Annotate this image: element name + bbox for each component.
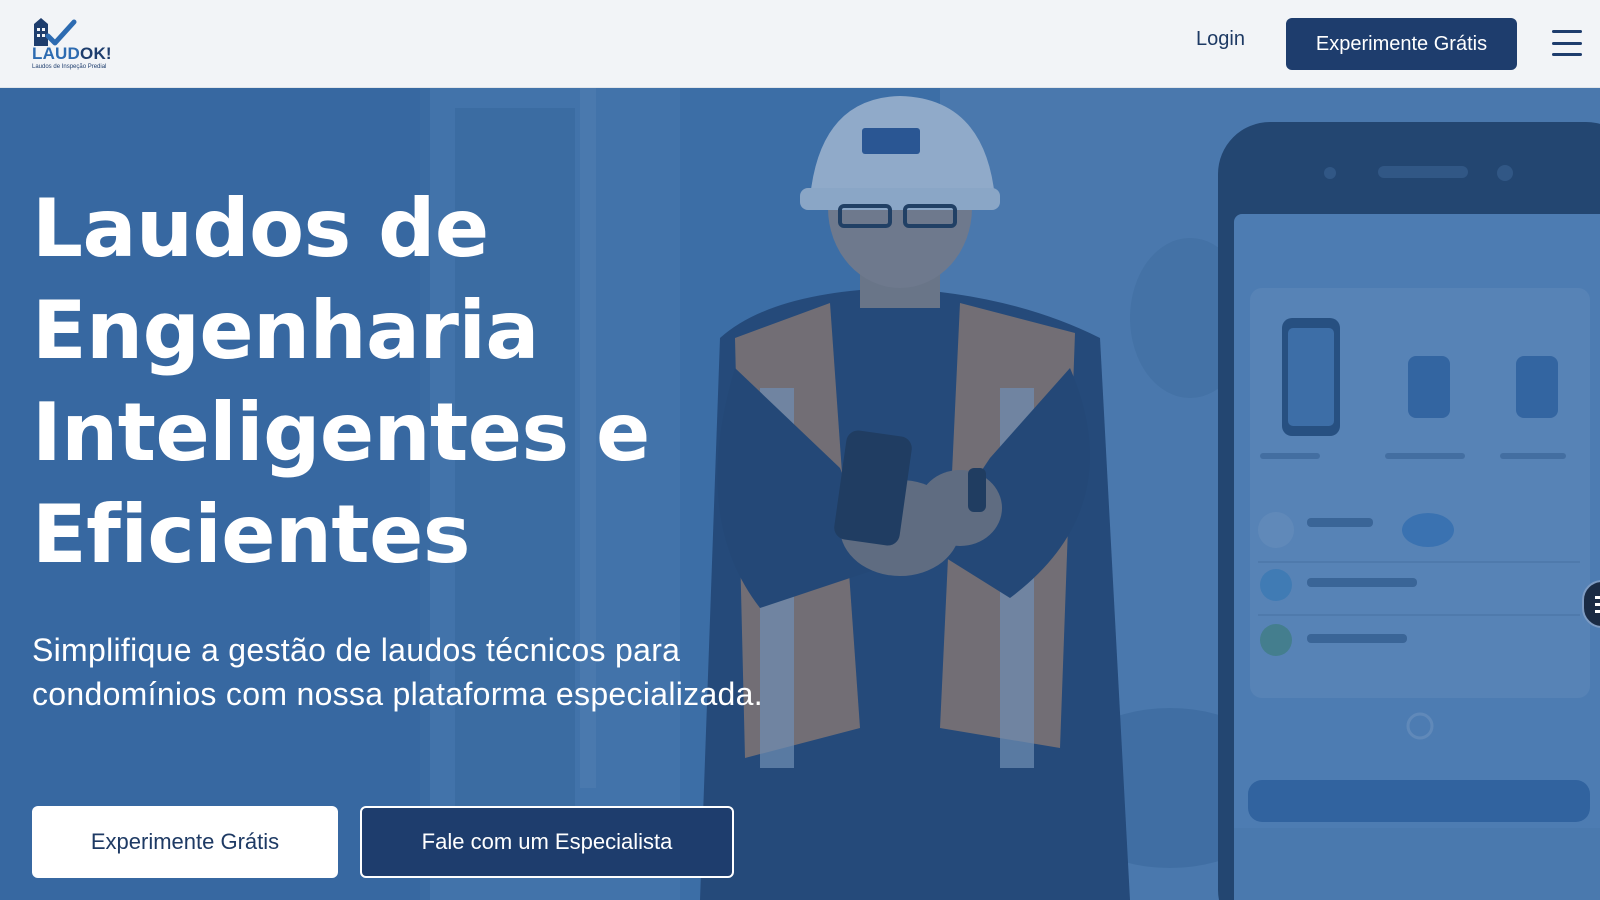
logo-tagline: Laudos de Inspeção Predial <box>32 64 107 70</box>
hero-headline: Laudos de Engenharia Inteligentes e Efic… <box>32 178 772 586</box>
headline-line-4: Eficientes <box>32 488 471 581</box>
logo-wordmark: LAUDOK! <box>32 44 112 63</box>
hamburger-menu-icon[interactable] <box>1552 30 1582 56</box>
login-link[interactable]: Login <box>1196 28 1245 51</box>
hero-free-trial-button[interactable]: Experimente Grátis <box>32 806 338 878</box>
talk-to-specialist-button[interactable]: Fale com um Especialista <box>360 806 734 878</box>
laudok-logo[interactable]: LAUDOK! Laudos de Inspeção Predial <box>30 14 130 74</box>
header-free-trial-button[interactable]: Experimente Grátis <box>1286 18 1517 70</box>
headline-line-3: Inteligentes e <box>32 386 650 479</box>
hero-section: Laudos de Engenharia Inteligentes e Efic… <box>0 88 1600 900</box>
headline-line-2: Engenharia <box>32 284 539 377</box>
hero-subtitle: Simplifique a gestão de laudos técnicos … <box>32 632 763 712</box>
headline-line-1: Laudos de <box>32 182 489 275</box>
top-navbar: LAUDOK! Laudos de Inspeção Predial Login… <box>0 0 1600 88</box>
